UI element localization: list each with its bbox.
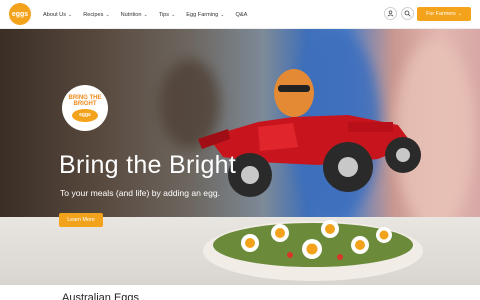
menu-label: Egg Farming xyxy=(186,11,219,18)
brand-logo[interactable]: eggs xyxy=(9,3,31,25)
menu-label: About Us xyxy=(43,11,67,18)
chevron-down-icon: ⌄ xyxy=(457,11,462,17)
menu-label: Tips xyxy=(158,11,170,18)
salad-bowl-illustration xyxy=(203,220,423,281)
hero-subline: To your meals (and life) by adding an eg… xyxy=(60,188,221,198)
for-farmers-button[interactable]: For Farmers ⌄ xyxy=(417,7,471,21)
user-icon[interactable] xyxy=(384,7,397,20)
chevron-down-icon: ⌄ xyxy=(171,11,176,18)
for-farmers-label: For Farmers xyxy=(426,11,456,17)
page: eggs About Us ⌄ Recipes ⌄ Nutrition ⌄ Tips ⌄… xyxy=(0,0,480,300)
chevron-down-icon: ⌄ xyxy=(143,11,148,18)
logo-text: eggs xyxy=(11,10,29,18)
menu-label: Nutrition xyxy=(120,11,142,18)
menu-label: Q&A xyxy=(235,11,248,18)
menu-item-egg-farming[interactable]: Egg Farming ⌄ xyxy=(186,12,224,18)
menu-item-tips[interactable]: Tips ⌄ xyxy=(159,12,176,18)
badge-title: BRING THE BRIGHT xyxy=(68,94,102,107)
menu-item-recipes[interactable]: Recipes ⌄ xyxy=(83,12,109,18)
menu-item-nutrition[interactable]: Nutrition ⌄ xyxy=(121,12,148,18)
top-navbar: eggs About Us ⌄ Recipes ⌄ Nutrition ⌄ Tips ⌄… xyxy=(0,0,480,29)
section-title: Australian Eggs xyxy=(62,292,140,300)
chevron-down-icon: ⌄ xyxy=(68,11,73,18)
search-icon[interactable] xyxy=(401,7,414,20)
chevron-down-icon: ⌄ xyxy=(105,11,110,18)
menu-item-about[interactable]: About Us ⌄ xyxy=(43,12,72,18)
bring-the-bright-badge: BRING THE BRIGHT eggs xyxy=(62,85,108,131)
learn-more-button[interactable]: Learn More xyxy=(59,213,103,227)
badge-egg-logo: eggs xyxy=(72,108,98,122)
hero-headline: Bring the Bright xyxy=(59,151,237,179)
menu-item-qa[interactable]: Q&A xyxy=(236,12,248,18)
chevron-down-icon: ⌄ xyxy=(220,11,225,18)
menu-label: Recipes xyxy=(83,11,104,18)
toy-car-illustration xyxy=(198,69,421,197)
main-menu: About Us ⌄ Recipes ⌄ Nutrition ⌄ Tips ⌄ Egg … xyxy=(43,0,247,29)
